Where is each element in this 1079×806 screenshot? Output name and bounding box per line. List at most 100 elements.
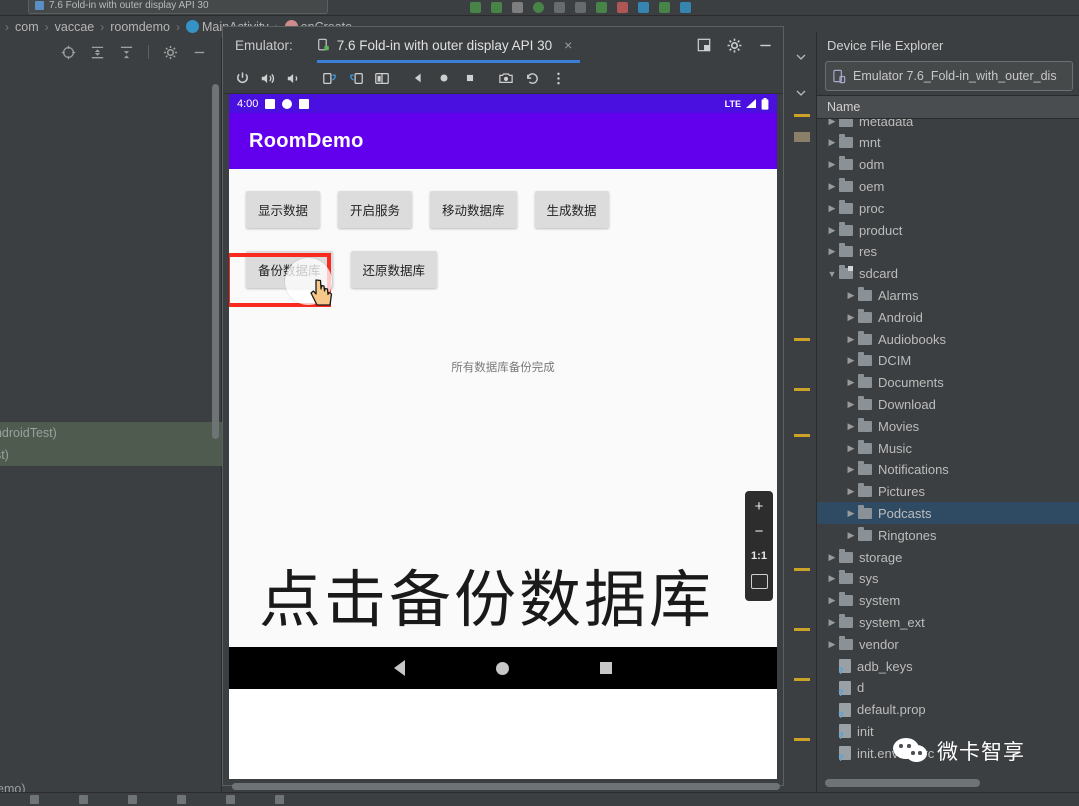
emulator-tabbar[interactable]: Emulator: 7.6 Fold-in with outer display…	[223, 27, 783, 63]
breadcrumb-item-com[interactable]: com	[12, 20, 42, 34]
emulator-screen[interactable]: 4:00 LTE RoomDemo 显示数据 开启服务 移动数据库 生成数据 还…	[229, 94, 777, 779]
file-tree-row[interactable]: ▶ Download	[817, 393, 1079, 415]
fit-to-screen-button[interactable]	[745, 571, 773, 591]
file-tree-row[interactable]: ▶ proc	[817, 197, 1079, 219]
chevron-right-icon[interactable]: ▶	[844, 508, 858, 519]
file-tree-row[interactable]: ▶ Movies	[817, 415, 1079, 437]
chevron-right-icon[interactable]: ▶	[825, 159, 839, 170]
power-icon[interactable]	[229, 65, 255, 91]
file-tree-row[interactable]: ▶ DCIM	[817, 350, 1079, 372]
project-tool-window[interactable]: androidTest) est) Demo) Demo.app)	[0, 38, 222, 806]
volume-down-icon[interactable]	[281, 65, 307, 91]
device-file-tree[interactable]: ▶ metadata ▶ mnt ▶ odm ▶ oem ▶ proc ▶ product ▶ res ▼ s…	[817, 119, 1079, 774]
zoom-out-button[interactable]: −	[745, 521, 773, 541]
run-button-icon[interactable]	[470, 2, 481, 13]
logcat-icon[interactable]	[128, 795, 137, 804]
screenshot-icon[interactable]	[493, 65, 519, 91]
breadcrumb-item-roomdemo[interactable]: roomdemo	[107, 20, 173, 34]
home-nav-icon[interactable]	[495, 661, 509, 675]
file-tree-row[interactable]: init.environ.rc	[817, 742, 1079, 764]
profiler-icon[interactable]	[177, 795, 186, 804]
sdk-manager-icon[interactable]	[680, 2, 691, 13]
move-database-button[interactable]: 移动数据库	[430, 191, 517, 228]
emulator-toolbar[interactable]	[223, 63, 783, 94]
file-tree-row[interactable]: ▶ vendor	[817, 633, 1079, 655]
collapse-all-icon[interactable]	[119, 45, 134, 60]
file-tree-row[interactable]: ▶ Android	[817, 306, 1079, 328]
rotate-left-icon[interactable]	[317, 65, 343, 91]
chevron-down-icon[interactable]: ▼	[825, 269, 839, 279]
terminal-icon[interactable]	[30, 795, 39, 804]
ide-status-bar[interactable]	[0, 792, 1079, 806]
file-tree-row[interactable]: ▶ sys	[817, 568, 1079, 590]
run-configuration-selector[interactable]: 7.6 Fold-in with outer display API 30	[28, 0, 328, 14]
stop-icon[interactable]	[554, 2, 565, 13]
file-tree-row[interactable]: ▶ Alarms	[817, 284, 1079, 306]
problems-icon[interactable]	[275, 795, 284, 804]
chevron-right-icon[interactable]: ▶	[825, 225, 839, 236]
record-icon[interactable]	[617, 2, 628, 13]
ide-main-toolbar[interactable]: 7.6 Fold-in with outer display API 30	[0, 0, 1079, 16]
locate-target-icon[interactable]	[61, 45, 76, 60]
emulator-zoom-controls[interactable]: + − 1:1	[745, 491, 773, 601]
file-tree-row[interactable]: ▶ res	[817, 241, 1079, 263]
device-selector[interactable]: Emulator 7.6_Fold-in_with_outer_dis	[825, 61, 1073, 91]
chevron-down-icon[interactable]	[796, 52, 806, 62]
chevron-right-icon[interactable]: ▶	[825, 137, 839, 148]
chevron-right-icon[interactable]: ▶	[844, 377, 858, 388]
build-icon[interactable]	[79, 795, 88, 804]
chevron-right-icon[interactable]: ▶	[844, 312, 858, 323]
project-scrollbar[interactable]	[212, 84, 219, 439]
file-tree-row[interactable]: ▶ Ringtones	[817, 524, 1079, 546]
todo-icon[interactable]	[226, 795, 235, 804]
chevron-right-icon[interactable]: ▶	[825, 181, 839, 192]
coverage-icon[interactable]	[596, 2, 607, 13]
chevron-right-icon[interactable]: ▶	[844, 530, 858, 541]
file-tree-row[interactable]: ▶ Notifications	[817, 459, 1079, 481]
chevron-right-icon[interactable]: ▶	[825, 573, 839, 584]
breadcrumb-item-vaccae[interactable]: vaccae	[52, 20, 98, 34]
chevron-right-icon[interactable]: ▶	[825, 246, 839, 257]
file-tree-row[interactable]: default.prop	[817, 699, 1079, 721]
chevron-right-icon[interactable]: ▶	[844, 486, 858, 497]
chevron-right-icon[interactable]: ▶	[844, 334, 858, 345]
android-navigation-bar[interactable]	[229, 647, 777, 689]
file-tree-row[interactable]: ▶ Documents	[817, 372, 1079, 394]
file-tree-row[interactable]: ▶ odm	[817, 154, 1079, 176]
actual-size-button[interactable]: 1:1	[745, 546, 773, 566]
file-tree-row[interactable]: ▶ Podcasts	[817, 502, 1079, 525]
close-icon[interactable]: ×	[564, 37, 572, 53]
tab-emulator-device[interactable]: 7.6 Fold-in with outer display API 30 ×	[316, 27, 581, 63]
home-icon[interactable]	[431, 65, 457, 91]
emulator-window[interactable]: Emulator: 7.6 Fold-in with outer display…	[222, 26, 784, 786]
restore-icon[interactable]	[519, 65, 545, 91]
minimize-icon[interactable]	[758, 38, 773, 53]
file-tree-row[interactable]: ▶ mnt	[817, 132, 1079, 154]
restore-database-button[interactable]: 还原数据库	[350, 251, 438, 288]
zoom-in-button[interactable]: +	[745, 496, 773, 516]
file-tree-row[interactable]: ▶ oem	[817, 175, 1079, 197]
overview-icon[interactable]	[457, 65, 483, 91]
file-tree-row[interactable]: ▶ Audiobooks	[817, 328, 1079, 350]
device-file-explorer-panel[interactable]: Device File Explorer Emulator 7.6_Fold-i…	[816, 32, 1079, 792]
file-tree-row[interactable]: d	[817, 677, 1079, 699]
volume-up-icon[interactable]	[255, 65, 281, 91]
profile-icon[interactable]	[512, 2, 523, 13]
fold-icon[interactable]	[369, 65, 395, 91]
project-toolbar[interactable]	[0, 38, 221, 66]
chevron-right-icon[interactable]: ▶	[825, 639, 839, 650]
show-data-button[interactable]: 显示数据	[246, 191, 321, 228]
sync-icon[interactable]	[638, 2, 649, 13]
list-item[interactable]: est)	[0, 444, 222, 466]
chevron-right-icon[interactable]: ▶	[844, 399, 858, 410]
chevron-right-icon[interactable]: ▶	[844, 421, 858, 432]
file-tree-row[interactable]: ▶ metadata	[817, 119, 1079, 132]
rotate-right-icon[interactable]	[343, 65, 369, 91]
file-tree-row[interactable]: ▶ system_ext	[817, 611, 1079, 633]
file-tree-row[interactable]: adb_keys	[817, 655, 1079, 677]
more-icon[interactable]	[545, 65, 571, 91]
expand-all-icon[interactable]	[90, 45, 105, 60]
file-tree-row[interactable]: ▶ storage	[817, 546, 1079, 568]
file-tree-row[interactable]: ▼ sdcard	[817, 263, 1079, 285]
avd-manager-icon[interactable]	[659, 2, 670, 13]
